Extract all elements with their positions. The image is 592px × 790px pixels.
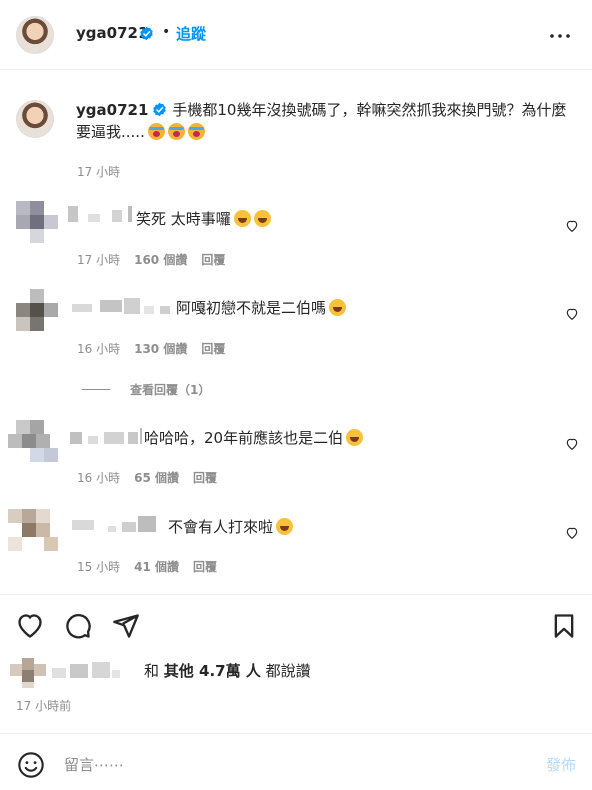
comment-likes[interactable]: 130 個讚 — [134, 342, 187, 356]
comment-meta: 15 小時 41 個讚 回覆 — [77, 558, 217, 575]
comment-body: 阿嘎初戀不就是二伯嗎 — [176, 299, 327, 317]
laughing-face-emoji-icon — [329, 299, 347, 316]
caption-time[interactable]: 17 小時 — [77, 163, 120, 180]
comment-body: 笑死 太時事囉 — [136, 210, 231, 228]
comment-body: 不會有人打來啦 — [168, 518, 274, 536]
liker-avatar-blurred[interactable] — [10, 658, 46, 688]
crying-face-emoji-icon — [147, 123, 165, 140]
emoji-picker-icon[interactable] — [17, 751, 45, 779]
comment-bubble-icon[interactable] — [64, 612, 92, 640]
more-options-icon[interactable] — [548, 24, 572, 48]
verified-badge-icon — [140, 26, 153, 41]
commenter-name-blurred[interactable] — [72, 516, 164, 534]
comment-text: 不會有人打來啦 — [168, 516, 294, 537]
laughing-face-emoji-icon — [253, 210, 271, 227]
crying-face-emoji-icon — [167, 123, 185, 140]
comment-body: 哈哈哈，20年前應該也是二伯 — [144, 429, 344, 447]
share-paper-plane-icon[interactable] — [112, 612, 140, 640]
comment-like-heart-icon[interactable] — [565, 219, 579, 233]
add-comment-bar: 發佈 — [0, 742, 592, 790]
reply-button[interactable]: 回覆 — [201, 253, 225, 267]
like-heart-icon[interactable] — [16, 612, 44, 640]
reply-button[interactable]: 回覆 — [193, 471, 217, 485]
author-avatar[interactable] — [16, 16, 54, 54]
commenter-name-blurred[interactable] — [72, 298, 172, 316]
comment-text: 阿嘎初戀不就是二伯嗎 — [176, 297, 347, 318]
laughing-face-emoji-icon — [233, 210, 251, 227]
comment-meta: 16 小時 65 個讚 回覆 — [77, 469, 217, 486]
commenter-name-blurred[interactable] — [68, 206, 134, 224]
comment-text: 笑死 太時事囉 — [136, 208, 271, 229]
caption: yga0721 手機都10幾年沒換號碼了，幹嘛突然抓我來換門號？為什麼要逼我...… — [76, 99, 576, 143]
comment-meta: 17 小時 160 個讚 回覆 — [77, 251, 225, 268]
comment-time[interactable]: 17 小時 — [77, 253, 120, 267]
likes-suffix: 都說讚 — [265, 662, 311, 680]
comment-bar-divider — [0, 733, 592, 734]
comment-time[interactable]: 16 小時 — [77, 342, 120, 356]
reply-button[interactable]: 回覆 — [193, 560, 217, 574]
comment-like-heart-icon[interactable] — [565, 437, 579, 451]
view-replies-label: 查看回覆（1） — [130, 383, 211, 397]
commenter-avatar-blurred[interactable] — [16, 289, 58, 331]
view-replies-button[interactable]: 查看回覆（1） — [82, 381, 210, 398]
caption-username[interactable]: yga0721 — [76, 101, 148, 119]
crying-face-emoji-icon — [187, 123, 205, 140]
comment-time[interactable]: 15 小時 — [77, 560, 120, 574]
separator-dot: • — [162, 24, 171, 40]
comment-time[interactable]: 16 小時 — [77, 471, 120, 485]
laughing-face-emoji-icon — [276, 518, 294, 535]
follow-button[interactable]: 追蹤 — [176, 23, 206, 44]
commenter-avatar-blurred[interactable] — [8, 509, 60, 553]
comment-text: 哈哈哈，20年前應該也是二伯 — [144, 427, 364, 448]
likes-others-count[interactable]: 其他 4.7萬 人 — [164, 662, 261, 680]
likes-summary[interactable]: 和 其他 4.7萬 人 都說讚 — [144, 660, 311, 681]
comment-like-heart-icon[interactable] — [565, 307, 579, 321]
author-username[interactable]: yga0721 — [76, 24, 148, 42]
actions-divider — [0, 594, 592, 595]
comment-likes[interactable]: 160 個讚 — [134, 253, 187, 267]
post-header: yga0721 • 追蹤 — [0, 0, 592, 70]
verified-badge-icon — [153, 102, 167, 117]
comment-meta: 16 小時 130 個讚 回覆 — [77, 340, 225, 357]
commenter-name-blurred[interactable] — [70, 428, 142, 446]
post-comment-button[interactable]: 發佈 — [546, 754, 576, 775]
commenter-avatar-blurred[interactable] — [16, 201, 58, 243]
likes-and: 和 — [144, 662, 160, 680]
post-time-ago[interactable]: 17 小時前 — [16, 697, 71, 714]
comment-like-heart-icon[interactable] — [565, 526, 579, 540]
laughing-face-emoji-icon — [346, 429, 364, 446]
commenter-avatar-blurred[interactable] — [8, 420, 60, 472]
liker-name-blurred[interactable] — [52, 662, 122, 680]
comment-input[interactable] — [64, 752, 514, 778]
caption-avatar[interactable] — [16, 100, 54, 138]
reply-button[interactable]: 回覆 — [201, 342, 225, 356]
replies-line — [82, 389, 110, 390]
save-bookmark-icon[interactable] — [550, 612, 578, 640]
comment-likes[interactable]: 65 個讚 — [134, 471, 179, 485]
comment-likes[interactable]: 41 個讚 — [134, 560, 179, 574]
